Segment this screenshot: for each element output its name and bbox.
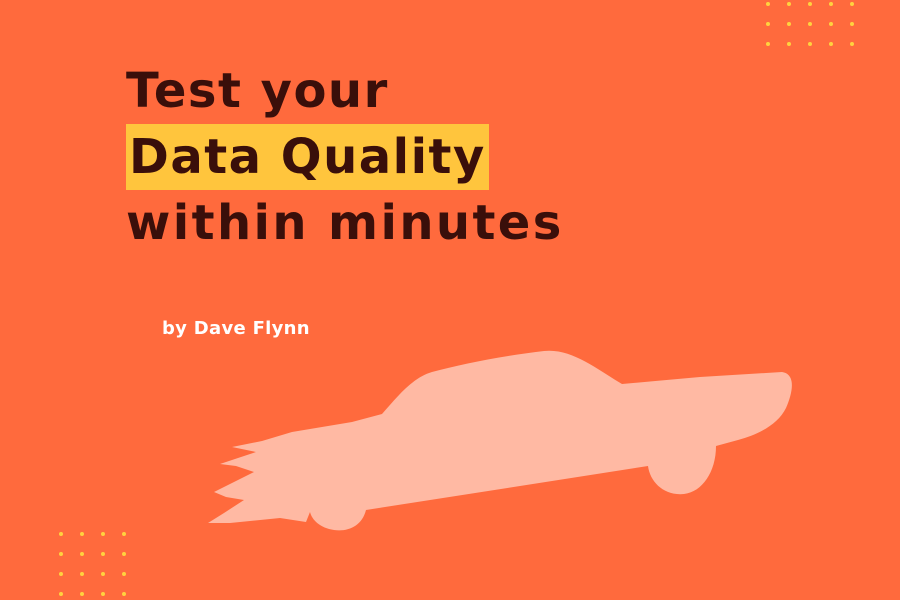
dot <box>808 2 812 6</box>
dot <box>59 572 63 576</box>
headline-line-3: within minutes <box>126 195 564 251</box>
dot <box>766 42 770 46</box>
dot <box>787 22 791 26</box>
dot <box>850 42 854 46</box>
dot <box>101 552 105 556</box>
dot <box>101 592 105 596</box>
headline-line-1: Test your <box>126 63 389 119</box>
dot <box>787 42 791 46</box>
dot <box>766 2 770 6</box>
author-byline: by Dave Flynn <box>162 318 310 339</box>
dot <box>59 532 63 536</box>
dot <box>101 572 105 576</box>
dot <box>787 2 791 6</box>
dot <box>101 532 105 536</box>
dot <box>850 22 854 26</box>
dot-grid-bottom-left <box>59 532 126 596</box>
dot <box>808 22 812 26</box>
dot <box>122 552 126 556</box>
headline-line-2: Data Quality <box>126 124 826 190</box>
banner-canvas: Test your Data Quality within minutes by… <box>0 0 900 600</box>
dot <box>829 2 833 6</box>
dot <box>80 572 84 576</box>
headline-highlight: Data Quality <box>126 124 489 190</box>
dot <box>829 22 833 26</box>
dot <box>80 592 84 596</box>
dot <box>80 552 84 556</box>
headline: Test your Data Quality within minutes <box>126 58 826 256</box>
dot <box>80 532 84 536</box>
dot <box>829 42 833 46</box>
dot-grid-top-right <box>766 2 854 46</box>
dot <box>122 592 126 596</box>
dot <box>59 552 63 556</box>
dot <box>766 22 770 26</box>
dot <box>122 532 126 536</box>
dot <box>122 572 126 576</box>
dot <box>850 2 854 6</box>
dot <box>59 592 63 596</box>
dot <box>808 42 812 46</box>
